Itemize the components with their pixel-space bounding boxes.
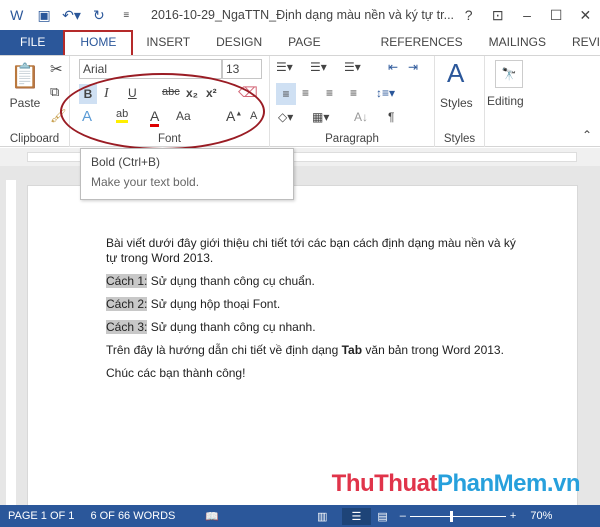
status-bar: PAGE 1 OF 1 6 OF 66 WORDS 📖 ▥ ☰ ▤ – + 70… [0, 505, 600, 527]
clipboard-group: 📋 Paste ✂ ⧉ 🖌 Clipboard [0, 56, 70, 147]
list-item: Cách 3: Sử dụng thanh công cụ nhanh. [106, 320, 316, 334]
decrease-indent-icon[interactable]: ⇤ [388, 60, 398, 74]
page-count[interactable]: PAGE 1 OF 1 [8, 510, 74, 522]
justify-icon[interactable]: ≡ [350, 86, 357, 100]
save-icon[interactable]: ▣ [33, 7, 54, 24]
word-icon: W [10, 7, 24, 23]
annotation-ellipse [60, 73, 265, 150]
web-layout-icon[interactable]: ▤ [377, 510, 387, 523]
collapse-ribbon-icon[interactable]: ⌃ [582, 128, 592, 142]
shading-icon[interactable]: ◇▾ [278, 110, 293, 124]
close-icon[interactable]: ✕ [571, 7, 600, 24]
zoom-level[interactable]: 70% [530, 510, 552, 522]
intro-paragraph: Bài viết dưới đây giới thiệu chi tiết tớ… [106, 236, 516, 265]
proofing-icon[interactable]: 📖 [205, 510, 219, 523]
borders-icon[interactable]: ▦▾ [312, 110, 329, 124]
zoom-out-button[interactable]: – [400, 510, 406, 522]
list-item: Cách 2: Sử dụng hộp thoại Font. [106, 297, 281, 311]
tab-mailings[interactable]: MAILINGS [476, 30, 559, 55]
bullets-icon[interactable]: ☰▾ [276, 60, 293, 74]
align-center-icon[interactable]: ≡ [302, 86, 309, 100]
tab-design[interactable]: DESIGN [203, 30, 275, 55]
vertical-ruler [6, 180, 16, 505]
ribbon-tabs: FILE HOME INSERT DESIGN PAGE LAYOUT REFE… [0, 30, 600, 74]
tooltip-description: Make your text bold. [91, 175, 200, 189]
customize-icon[interactable]: ≡ [116, 10, 137, 21]
ribbon-display-icon[interactable]: ⊡ [483, 7, 512, 24]
styles-label: Styles [443, 133, 476, 145]
list-item: Cách 1: Sử dụng thanh công cụ chuẩn. [106, 274, 315, 288]
maximize-icon[interactable]: ☐ [542, 7, 571, 24]
minimize-icon[interactable]: – [512, 7, 541, 23]
document-area: Bài viết dưới đây giới thiệu chi tiết tớ… [0, 166, 600, 515]
find-icon: 🔭 [495, 60, 523, 88]
align-left-icon[interactable]: ≡ [276, 83, 296, 105]
tab-file[interactable]: FILE [0, 30, 64, 55]
word-count[interactable]: 6 OF 66 WORDS [90, 510, 175, 522]
align-right-icon[interactable]: ≡ [326, 86, 333, 100]
bold-tooltip: Bold (Ctrl+B) Make your text bold. [80, 148, 294, 200]
editing-button[interactable]: Editing [487, 94, 524, 108]
paste-icon: 📋 [10, 63, 40, 90]
summary-paragraph: Trên đây là hướng dẫn chi tiết về định d… [106, 343, 504, 357]
sort-icon[interactable]: A↓ [354, 110, 368, 124]
copy-icon[interactable]: ⧉ [50, 84, 59, 100]
help-button[interactable]: ? [454, 7, 483, 23]
closing-paragraph: Chúc các bạn thành công! [106, 366, 246, 380]
styles-button[interactable]: Styles [440, 96, 473, 110]
cut-icon[interactable]: ✂ [50, 60, 63, 78]
tab-home[interactable]: HOME [63, 30, 134, 55]
numbering-icon[interactable]: ☰▾ [310, 60, 327, 74]
show-hide-icon[interactable]: ¶ [388, 110, 394, 124]
line-spacing-icon[interactable]: ↕≡▾ [376, 86, 395, 100]
redo-icon[interactable]: ↻ [88, 7, 109, 24]
document-page[interactable]: Bài viết dưới đây giới thiệu chi tiết tớ… [27, 185, 578, 515]
zoom-in-button[interactable]: + [510, 510, 516, 522]
tooltip-title: Bold (Ctrl+B) [91, 155, 161, 169]
multilevel-list-icon[interactable]: ☰▾ [344, 60, 361, 74]
tab-insert[interactable]: INSERT [133, 30, 203, 55]
document-body[interactable]: Bài viết dưới đây giới thiệu chi tiết tớ… [106, 236, 526, 389]
paragraph-group: ☰▾ ☰▾ ☰▾ ⇤ ⇥ ≡ ≡ ≡ ≡ ↕≡▾ ◇▾ ▦▾ A↓ ¶ Para… [270, 56, 435, 147]
print-layout-icon[interactable]: ☰ [341, 507, 372, 525]
window-title: 2016-10-29_NgaTTN_Định dạng màu nền và k… [151, 8, 455, 22]
tab-review[interactable]: REVI [559, 30, 600, 55]
title-bar: W ▣ ↶▾ ↻ ≡ 2016-10-29_NgaTTN_Định dạng m… [0, 0, 600, 30]
watermark-logo: ThuThuatPhanMem.vn [331, 470, 581, 497]
undo-icon[interactable]: ↶▾ [61, 7, 82, 24]
font-size-combo[interactable]: 13 [222, 59, 262, 79]
zoom-slider[interactable] [409, 510, 506, 522]
clipboard-label: Clipboard [9, 133, 60, 145]
tab-page-layout[interactable]: PAGE LAYOUT [275, 30, 367, 74]
tab-references[interactable]: REFERENCES [368, 30, 476, 55]
editing-group: 🔭 Editing [485, 56, 535, 147]
styles-group: A Styles Styles [435, 56, 485, 147]
read-mode-icon[interactable]: ▥ [317, 510, 327, 523]
paste-button[interactable]: Paste [8, 96, 42, 110]
increase-indent-icon[interactable]: ⇥ [408, 60, 418, 74]
paragraph-label: Paragraph [325, 133, 379, 145]
styles-icon: A [447, 58, 465, 88]
